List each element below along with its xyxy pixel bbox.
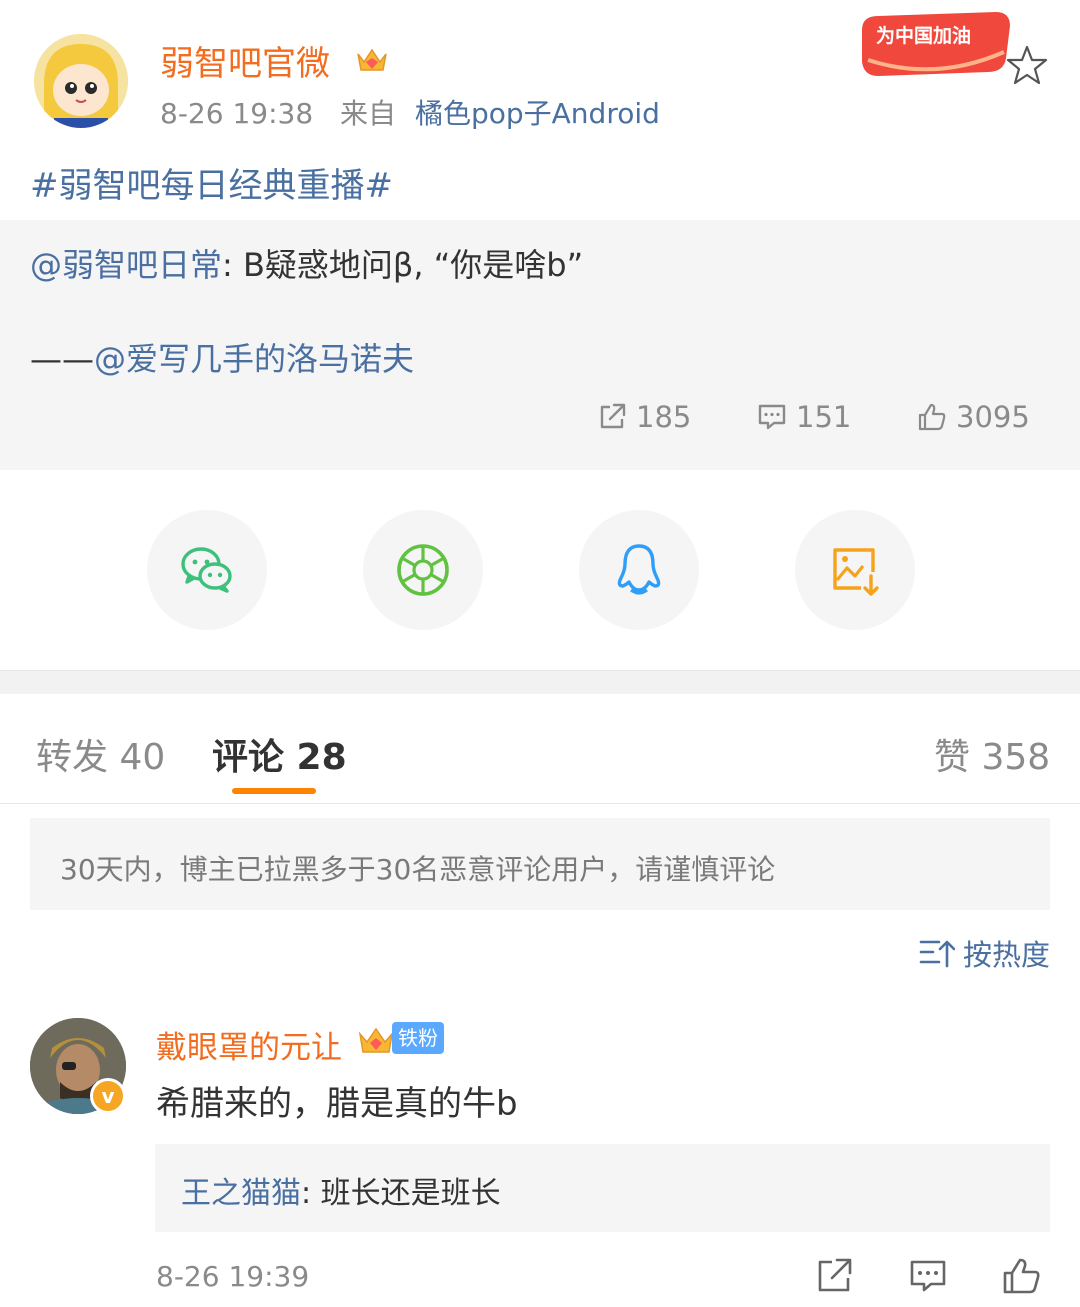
fan-badge: 铁粉 [392, 1022, 444, 1054]
comment-item: v 戴眼罩的元让 铁粉 希腊来的，腊是真的牛b 王之猫猫: 班长还是班长 8-2… [0, 1000, 1080, 1307]
wechat-icon [181, 547, 232, 593]
reply-text: : 班长还是班长 [301, 1176, 501, 1211]
interaction-tabs: 转发 40 评论 28 赞 358 [0, 694, 1080, 804]
tab-comments[interactable]: 评论 28 [212, 728, 347, 780]
comment-count-stat[interactable]: 151 [756, 400, 851, 434]
share-wechat-button[interactable] [147, 510, 267, 630]
post-header: 弱智吧官微 8-26 19:38 来自 橘色pop子Android 为中国加油 [0, 0, 1080, 140]
vip-crown-icon [358, 1027, 394, 1053]
source-prefix: 来自 [340, 97, 397, 130]
favorite-star-icon[interactable] [1006, 44, 1048, 86]
sort-toggle[interactable]: 按热度 [919, 932, 1050, 974]
comment-text: 希腊来的，腊是真的牛b [156, 1084, 518, 1124]
repost-content-line1: @弱智吧日常: B疑惑地问β, “你是啥b” [30, 240, 583, 286]
share-save-image-button[interactable] [795, 510, 915, 630]
sort-label: 按热度 [962, 938, 1050, 972]
tab-reposts[interactable]: 转发 40 [36, 728, 165, 780]
save-image-icon [833, 548, 879, 596]
like-count-stat[interactable]: 3095 [916, 400, 1030, 434]
post-meta: 8-26 19:38 来自 橘色pop子Android [160, 92, 660, 132]
repost-box[interactable]: @弱智吧日常: B疑惑地问β, “你是啥b” ——@爱写几手的洛马诺夫 185 … [0, 220, 1080, 470]
like-count: 3095 [956, 400, 1030, 434]
repost-count: 185 [636, 400, 692, 434]
vip-crown-icon [357, 48, 387, 71]
repost-text-1: : B疑惑地问β, “你是啥b” [222, 246, 584, 284]
thumbs-up-icon [918, 403, 946, 431]
repost-mention-1[interactable]: @弱智吧日常 [30, 246, 222, 284]
comment-icon [758, 404, 786, 430]
active-tab-indicator [232, 788, 316, 794]
comment-reply-icon[interactable] [908, 1256, 948, 1296]
reply-preview[interactable]: 王之猫猫: 班长还是班长 [155, 1144, 1050, 1232]
topic-hashtag[interactable]: #弱智吧每日经典重播# [30, 158, 393, 207]
section-divider [0, 670, 1080, 694]
moments-icon [397, 544, 449, 596]
reply-author[interactable]: 王之猫猫 [181, 1176, 301, 1211]
promo-badge[interactable]: 为中国加油 [856, 2, 1016, 82]
verified-badge-icon: v [90, 1078, 126, 1114]
repost-mention-2[interactable]: @爱写几手的洛马诺夫 [94, 340, 414, 378]
repost-count-stat[interactable]: 185 [596, 400, 691, 434]
comment-policy-notice: 30天内，博主已拉黑多于30名恶意评论用户，请谨慎评论 [30, 818, 1050, 910]
qq-icon [617, 544, 661, 595]
comment-timestamp: 8-26 19:39 [156, 1260, 310, 1293]
author-name[interactable]: 弱智吧官微 [160, 36, 330, 85]
share-moments-button[interactable] [363, 510, 483, 630]
repost-icon [600, 403, 626, 429]
promo-badge-text: 为中国加油 [876, 24, 971, 47]
tab-likes[interactable]: 赞 358 [934, 728, 1050, 780]
sort-icon [919, 940, 955, 968]
post-timestamp: 8-26 19:38 [160, 97, 314, 130]
post-source-link[interactable]: 橘色pop子Android [415, 97, 660, 130]
repost-content-line2: ——@爱写几手的洛马诺夫 [30, 334, 414, 380]
comment-repost-icon[interactable] [814, 1256, 854, 1296]
commenter-name[interactable]: 戴眼罩的元让 [156, 1022, 342, 1067]
repost-dash: —— [30, 340, 94, 378]
comment-like-icon[interactable] [1002, 1256, 1042, 1296]
comment-count: 151 [796, 400, 852, 434]
author-avatar[interactable] [34, 34, 128, 128]
share-qq-button[interactable] [579, 510, 699, 630]
share-row [0, 470, 1080, 670]
